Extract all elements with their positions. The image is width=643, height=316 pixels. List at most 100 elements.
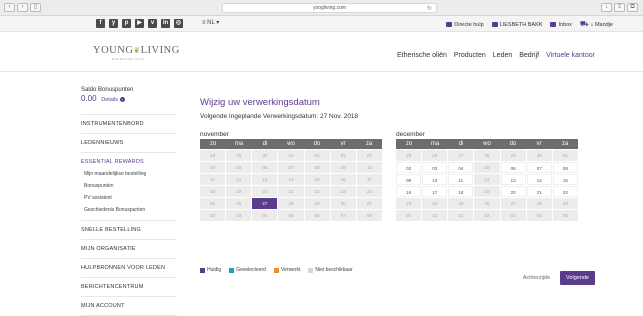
calendar-day-unavailable: 01 [552,150,578,161]
calendar-day[interactable]: 04 [448,162,474,173]
calendar-day-unavailable: 29 [552,198,578,209]
tabs-icon[interactable]: ⧉ [627,3,638,12]
calendar-day-unavailable: 19 [226,186,252,197]
weekday-label: za [365,141,373,147]
calendar-day[interactable]: 13 [500,174,526,185]
download-icon[interactable]: ↓ [601,3,612,12]
calendar-day-unavailable: 20 [252,186,278,197]
saldo-label: Saldo Bonuspunten [81,87,134,93]
share-icon[interactable]: ⇪ [614,3,625,12]
weekday-label: wo [483,141,491,147]
calendar-day[interactable]: 14 [526,174,552,185]
user-label: LIESBETH BAKK [499,21,543,28]
legend-swatch [229,267,235,273]
calendar-day[interactable]: 21 [526,186,552,197]
nav-etherische-olien[interactable]: Etherische oliën [397,52,447,59]
site-header: YOUNG❦LIVING ESSENTIAL OILS Etherische o… [0,32,643,72]
sidebar-subitem-geschiedenis[interactable]: Geschiedenis Bonuspunten [84,204,177,216]
nav-bedrijf[interactable]: Bedrijf [519,52,539,59]
browser-right-buttons: ↓ ⇪ ⧉ [601,3,638,12]
cart-icon: ⛟ [579,21,589,28]
utility-bar: f y p ▶ v in ◎ ≡ NL ▾ Directe hulp LIESBETH BA… [0,16,643,32]
youtube-icon[interactable]: y [109,19,118,28]
sidebar-item-organisatie[interactable]: MIJN ORGANISATIE [81,240,177,259]
calendar-day-unavailable: 16 [330,174,356,185]
address-bar[interactable]: yoogliving.com ↻ [222,3,437,13]
calendar-day-unavailable: 08 [356,210,382,221]
calendar-day-unavailable: 23 [396,198,422,209]
sidebar-subitem-pv-assistent[interactable]: PV assistent [84,192,177,204]
calendar-day-unavailable: 17 [356,174,382,185]
linkedin-icon[interactable]: in [161,19,170,28]
young-living-logo[interactable]: YOUNG❦LIVING [93,45,180,56]
forward-arrow-icon[interactable]: › [17,3,28,12]
calendar-day-unavailable: 05 [552,210,578,221]
nav-virtuele-kantoor[interactable]: Virtuele kantoor [546,52,595,59]
calendar-day-unavailable: 04 [252,210,278,221]
chat-icon [446,22,453,27]
sidebar-subitem-maandelijkse-bestelling[interactable]: Mijn maandelijkse bestelling [84,168,177,180]
sidebar-subitem-bonuspunten[interactable]: Bonuspunten [84,180,177,192]
calendar-day[interactable]: 20 [500,186,526,197]
pinterest-icon[interactable]: p [122,19,131,28]
calendar-day-unavailable: 26 [226,198,252,209]
calendar-day[interactable]: 22 [552,186,578,197]
legend-label: Niet beschikbaar [315,267,353,273]
instagram-icon[interactable]: ◎ [174,19,183,28]
calendar-day-unavailable: 31 [422,210,448,221]
calendar-day[interactable]: 10 [422,174,448,185]
calendar-day-unavailable: 03 [500,210,526,221]
calendar-day-unavailable: 25 [448,198,474,209]
calendar-day-current[interactable]: 27 [252,198,278,209]
user-link[interactable]: LIESBETH BAKK [491,20,543,29]
back-button[interactable]: Achterzijde [519,272,554,284]
nav-leden[interactable]: Leden [493,52,512,59]
saldo-details-link[interactable]: Details [101,97,118,103]
facebook-icon[interactable]: f [96,19,105,28]
calendar-day[interactable]: 15 [552,174,578,185]
legend-swatch [308,267,314,273]
inbox-label: Inbox [558,21,572,28]
calendar-day-unavailable: 26 [474,198,500,209]
calendar-day-unavailable: 21 [278,186,304,197]
calendar-weekday-header: zo ma di wo do vr za [200,139,382,149]
calendar-day-unavailable: 07 [330,210,356,221]
legend-swatch [200,267,205,273]
sidebar-item-hulpbronnen[interactable]: HULPBRONNEN VOOR LEDEN [81,259,177,278]
sidebar-item-berichtencentrum[interactable]: BERICHTENCENTRUM [81,278,177,297]
calendar-day[interactable]: 02 [396,162,422,173]
youtube-play-icon[interactable]: ▶ [135,19,144,28]
cart-link[interactable]: ⛟ 0 Mandje [580,20,613,29]
calendar-day[interactable]: 17 [422,186,448,197]
inbox-link[interactable]: Inbox [550,20,572,29]
help-link[interactable]: Directe hulp [446,20,484,29]
sidebar-item-essential-rewards[interactable]: ESSENTIAL REWARDS [81,153,177,168]
calendar-day-unavailable: 22 [304,186,330,197]
vimeo-icon[interactable]: v [148,19,157,28]
calendar-day-unavailable: 28 [200,150,226,161]
calendar-weekday-header: zo ma di wo do vr za [396,139,578,149]
calendar-day[interactable]: 18 [448,186,474,197]
calendar-day[interactable]: 07 [526,162,552,173]
logo-word-young: YOUNG [93,45,134,56]
arrow-right-icon[interactable]: › [119,96,125,102]
nav-producten[interactable]: Producten [454,52,486,59]
next-button[interactable]: Volgende [560,271,595,285]
calendar-day[interactable]: 11 [448,174,474,185]
calendar-day-unavailable: 25 [396,150,422,161]
calendar-day[interactable]: 09 [396,174,422,185]
sidebar-item-instrumentenbord[interactable]: INSTRUMENTENBORD [81,114,177,134]
calendar-day[interactable]: 16 [396,186,422,197]
sidebar-item-snelle-bestelling[interactable]: SNELLE BESTELLING [81,221,177,240]
sidebar-item-ledennieuws[interactable]: LEDENNIEUWS [81,134,177,153]
calendar-day[interactable]: 06 [500,162,526,173]
calendar-day[interactable]: 08 [552,162,578,173]
reload-icon[interactable]: ↻ [427,5,432,13]
back-arrow-icon[interactable]: ‹ [4,3,15,12]
sidebar-toggle-icon[interactable]: ▯ [30,3,41,12]
sidebar-item-account[interactable]: MIJN ACCOUNT [81,297,177,316]
calendar-day-unavailable: 23 [330,186,356,197]
language-selector[interactable]: ≡ NL ▾ [202,19,219,26]
calendar-day-unavailable: 24 [356,186,382,197]
calendar-day[interactable]: 03 [422,162,448,173]
